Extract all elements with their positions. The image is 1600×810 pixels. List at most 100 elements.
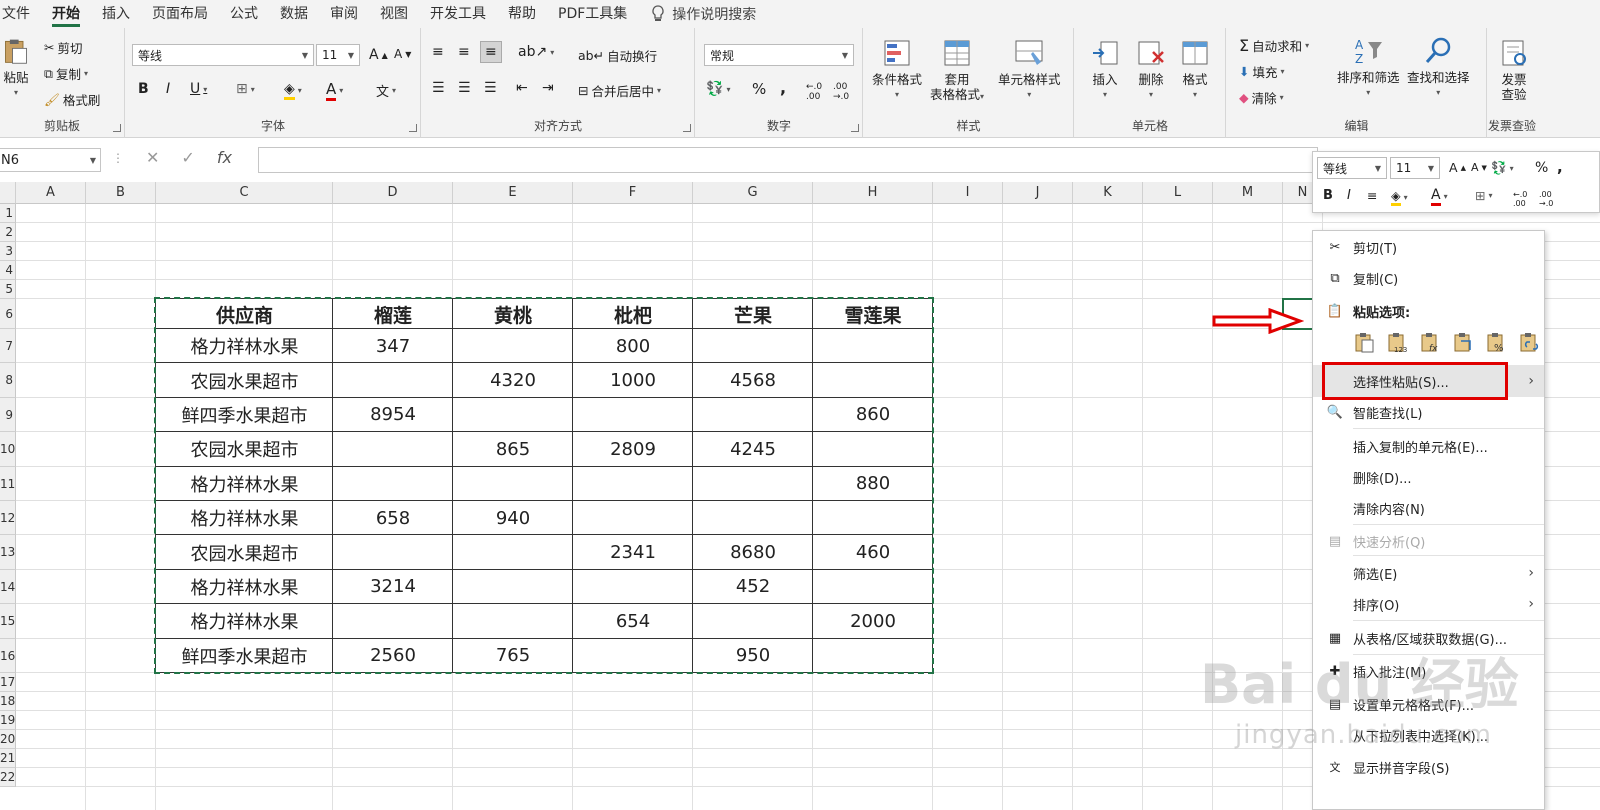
border-button[interactable]: ⊞ ▾ — [236, 81, 255, 97]
invoice-check-button[interactable]: 发票 查验 — [1498, 38, 1530, 102]
paste-formulas-icon[interactable]: fx — [1419, 331, 1441, 353]
underline-button[interactable]: U ▾ — [190, 81, 207, 97]
number-launcher[interactable] — [851, 124, 859, 132]
align-right-icon[interactable]: ☰ — [484, 80, 497, 96]
column-header-e[interactable]: E — [453, 182, 573, 204]
format-painter-button[interactable]: 🖌 格式刷 — [44, 90, 100, 109]
tab-home[interactable]: 开始 — [41, 0, 91, 28]
fill-color-button[interactable]: ◈ ▾ — [284, 81, 302, 100]
menu-delete[interactable]: 删除(D)... — [1313, 464, 1544, 490]
row-header-18[interactable]: 18 — [0, 692, 16, 711]
increase-decimal-icon[interactable]: ←.0.00 — [806, 82, 822, 102]
row-header-16[interactable]: 16 — [0, 638, 16, 673]
row-header-22[interactable]: 22 — [0, 768, 16, 787]
decrease-decimal-icon[interactable]: .00 →.0 — [833, 82, 849, 102]
menu-cut[interactable]: ✂ 剪切(T) — [1313, 234, 1544, 260]
mini-shrink-font-icon[interactable]: A ▼ — [1471, 161, 1487, 174]
paste-link-icon[interactable] — [1518, 331, 1540, 353]
tab-page-layout[interactable]: 页面布局 — [141, 0, 219, 28]
mini-align-icon[interactable]: ≡ — [1367, 188, 1377, 203]
tab-developer[interactable]: 开发工具 — [419, 0, 497, 28]
currency-icon[interactable]: 💱 ▾ — [706, 81, 730, 97]
mini-comma-icon[interactable]: , — [1557, 158, 1563, 176]
clear-button[interactable]: ◆ 清除 ▾ — [1239, 88, 1284, 107]
row-header-3[interactable]: 3 — [0, 242, 16, 261]
row-header-19[interactable]: 19 — [0, 711, 16, 730]
row-header-15[interactable]: 15 — [0, 604, 16, 639]
column-header-l[interactable]: L — [1143, 182, 1213, 204]
column-header-k[interactable]: K — [1073, 182, 1143, 204]
mini-grow-font-icon[interactable]: A ▲ — [1449, 160, 1466, 175]
cut-button[interactable]: ✂ 剪切 — [44, 38, 83, 57]
align-top-icon[interactable]: ≡ — [432, 44, 444, 60]
sort-filter-button[interactable]: AZ 排序和筛选 ▾ — [1337, 36, 1400, 100]
mini-increase-decimal-icon[interactable]: ←.0.00 — [1513, 190, 1527, 208]
autosum-button[interactable]: Σ 自动求和 ▾ — [1239, 36, 1309, 55]
decrease-indent-icon[interactable]: ⇤ — [516, 80, 528, 96]
menu-filter[interactable]: 筛选(E) › — [1313, 560, 1544, 586]
align-center-icon[interactable]: ☰ — [458, 80, 471, 96]
mini-italic-button[interactable]: I — [1347, 188, 1351, 203]
insert-cells-button[interactable]: 插入 ▾ — [1089, 38, 1121, 102]
row-header-17[interactable]: 17 — [0, 673, 16, 692]
mini-bold-button[interactable]: B — [1323, 188, 1333, 203]
clipboard-launcher[interactable] — [113, 124, 121, 132]
row-header-5[interactable]: 5 — [0, 280, 16, 299]
select-all-corner[interactable] — [0, 182, 16, 204]
column-header-j[interactable]: J — [1003, 182, 1073, 204]
font-color-button[interactable]: A ▾ — [326, 80, 343, 101]
row-header-13[interactable]: 13 — [0, 535, 16, 570]
row-header-7[interactable]: 7 — [0, 329, 16, 364]
column-header-g[interactable]: G — [693, 182, 813, 204]
alignment-launcher[interactable] — [683, 124, 691, 132]
row-header-6[interactable]: 6 — [0, 299, 16, 329]
menu-phonetic[interactable]: 文显示拼音字段(S) — [1313, 754, 1544, 780]
tab-view[interactable]: 视图 — [369, 0, 419, 28]
wrap-text-button[interactable]: ab↵ 自动换行 — [578, 46, 657, 65]
row-header-11[interactable]: 11 — [0, 466, 16, 501]
column-header-d[interactable]: D — [333, 182, 453, 204]
tab-help[interactable]: 帮助 — [497, 0, 547, 28]
increase-indent-icon[interactable]: ⇥ — [542, 80, 554, 96]
align-bottom-icon[interactable]: ≡ — [480, 41, 502, 63]
align-middle-icon[interactable]: ≡ — [458, 44, 470, 60]
column-header-c[interactable]: C — [156, 182, 333, 204]
tab-insert[interactable]: 插入 — [91, 0, 141, 28]
column-header-m[interactable]: M — [1213, 182, 1283, 204]
row-header-14[interactable]: 14 — [0, 569, 16, 605]
mini-font-combo[interactable]: 等线 ▼ — [1317, 157, 1387, 179]
align-left-icon[interactable]: ☰ — [432, 80, 445, 96]
row-header-9[interactable]: 9 — [0, 397, 16, 433]
mini-decrease-decimal-icon[interactable]: .00 →.0 — [1539, 190, 1553, 208]
row-header-12[interactable]: 12 — [0, 501, 16, 536]
row-header-2[interactable]: 2 — [0, 223, 16, 242]
mini-size-combo[interactable]: 11 ▼ — [1390, 157, 1440, 179]
formula-input[interactable] — [258, 147, 1318, 173]
font-size-combo[interactable]: 11 ▼ — [316, 44, 360, 66]
paste-values-icon[interactable]: 123 — [1386, 331, 1408, 353]
row-header-1[interactable]: 1 — [0, 204, 16, 223]
phonetic-button[interactable]: 文 ▾ — [376, 81, 396, 100]
format-cells-button[interactable]: 格式 ▾ — [1179, 38, 1211, 102]
font-shrink-icon[interactable]: A ▼ — [394, 47, 411, 61]
tab-review[interactable]: 审阅 — [319, 0, 369, 28]
conditional-format-button[interactable]: 条件格式 ▾ — [872, 38, 922, 102]
fx-icon[interactable]: fx — [217, 148, 232, 167]
paste-icon[interactable] — [1353, 331, 1375, 353]
mini-percent-icon[interactable]: % — [1535, 160, 1548, 176]
find-select-button[interactable]: 查找和选择 ▾ — [1407, 36, 1470, 100]
copy-button[interactable]: ⧉ 复制 ▾ — [44, 64, 88, 83]
bold-button[interactable]: B — [138, 81, 149, 97]
menu-insert-copied[interactable]: 插入复制的单元格(E)... — [1313, 433, 1544, 459]
paste-button[interactable]: 粘贴 ▾ — [2, 36, 30, 100]
tab-data[interactable]: 数据 — [269, 0, 319, 28]
enter-icon[interactable]: ✓ — [181, 148, 194, 167]
font-grow-icon[interactable]: A ▲ — [369, 47, 388, 63]
row-header-21[interactable]: 21 — [0, 749, 16, 768]
fill-button[interactable]: ⬇ 填充 ▾ — [1239, 62, 1285, 81]
merge-center-button[interactable]: ⊟ 合并后居中 ▾ — [578, 81, 661, 100]
mini-font-color-icon[interactable]: A ▾ — [1431, 187, 1448, 206]
number-format-combo[interactable]: 常规 ▼ — [704, 44, 854, 66]
menu-clear[interactable]: 清除内容(N) — [1313, 495, 1544, 521]
percent-icon[interactable]: % — [752, 80, 766, 98]
